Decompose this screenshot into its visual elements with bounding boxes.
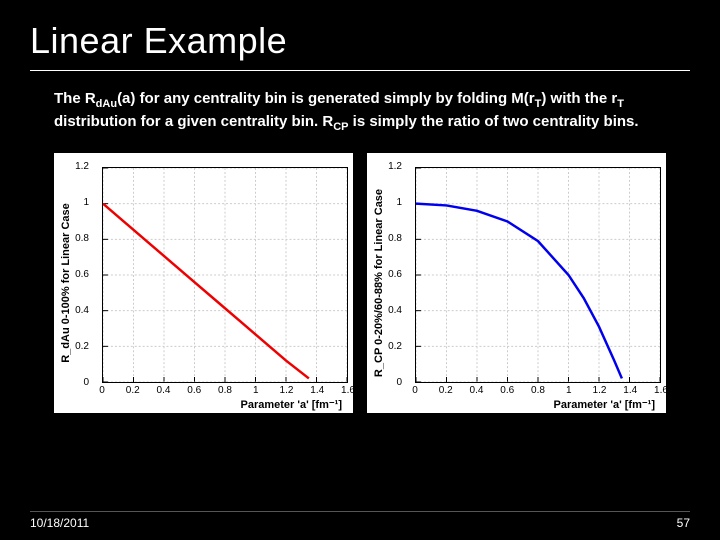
chart-right-gridlines [416, 168, 660, 382]
xtick-label: 0.6 [495, 385, 519, 396]
ytick-label: 0.2 [372, 341, 402, 352]
footer-page: 57 [677, 516, 690, 530]
chart-left: R_dAu 0-100% for Linear Case Parameter '… [54, 153, 353, 413]
chart-row: R_dAu 0-100% for Linear Case Parameter '… [54, 153, 666, 413]
xtick-label: 1 [557, 385, 581, 396]
body-p4: distribution for a given centrality bin.… [54, 113, 333, 130]
body-sub3: T [617, 98, 624, 110]
slide: Linear Example The RdAu(a) for any centr… [0, 0, 720, 540]
ytick-label: 1.2 [59, 161, 89, 172]
title-divider [30, 70, 690, 71]
footer-date: 10/18/2011 [30, 516, 89, 530]
xtick-label: 0.8 [213, 385, 237, 396]
body-p3: ) with the r [541, 90, 617, 107]
ytick-label: 0 [59, 377, 89, 388]
xtick-label: 0.4 [152, 385, 176, 396]
ytick-label: 0.4 [59, 305, 89, 316]
chart-right-svg [416, 168, 660, 382]
ytick-label: 0.8 [372, 233, 402, 244]
ytick-label: 0.4 [372, 305, 402, 316]
ytick-label: 0.6 [59, 269, 89, 280]
xtick-label: 0.6 [182, 385, 206, 396]
xtick-label: 0.4 [465, 385, 489, 396]
chart-left-gridlines [103, 168, 347, 382]
xtick-label: 0.8 [526, 385, 550, 396]
ytick-label: 1 [372, 197, 402, 208]
xtick-label: 1.2 [275, 385, 299, 396]
chart-right-ylabel: R_CP 0-20%/60-88% for Linear Case [373, 183, 385, 383]
footer: 10/18/2011 57 [30, 511, 690, 530]
chart-left-svg [103, 168, 347, 382]
xtick-label: 1.2 [588, 385, 612, 396]
ytick-label: 0.2 [59, 341, 89, 352]
body-p1: The R [54, 90, 96, 107]
ytick-label: 0.8 [59, 233, 89, 244]
chart-right-xlabel: Parameter 'a' [fm⁻¹] [415, 398, 661, 411]
chart-right-plot [415, 167, 661, 383]
body-p2: (a) for any centrality bin is generated … [117, 90, 535, 107]
xtick-label: 0 [90, 385, 114, 396]
body-p5: is simply the ratio of two centrality bi… [348, 113, 638, 130]
xtick-label: 1 [244, 385, 268, 396]
chart-left-xlabel: Parameter 'a' [fm⁻¹] [102, 398, 348, 411]
xtick-label: 0 [403, 385, 427, 396]
body-sub1: dAu [96, 98, 117, 110]
xtick-label: 0.2 [121, 385, 145, 396]
xtick-label: 0.2 [434, 385, 458, 396]
ytick-label: 0.6 [372, 269, 402, 280]
xtick-label: 1.4 [305, 385, 329, 396]
ytick-label: 0 [372, 377, 402, 388]
body-sub4: CP [333, 121, 348, 133]
body-text: The RdAu(a) for any centrality bin is ge… [30, 89, 690, 135]
slide-title: Linear Example [30, 20, 690, 62]
xtick-label: 1.6 [649, 385, 673, 396]
chart-left-plot [102, 167, 348, 383]
xtick-label: 1.6 [336, 385, 360, 396]
chart-left-ylabel: R_dAu 0-100% for Linear Case [60, 183, 72, 383]
chart-right: R_CP 0-20%/60-88% for Linear Case Parame… [367, 153, 666, 413]
ytick-label: 1 [59, 197, 89, 208]
ytick-label: 1.2 [372, 161, 402, 172]
xtick-label: 1.4 [618, 385, 642, 396]
